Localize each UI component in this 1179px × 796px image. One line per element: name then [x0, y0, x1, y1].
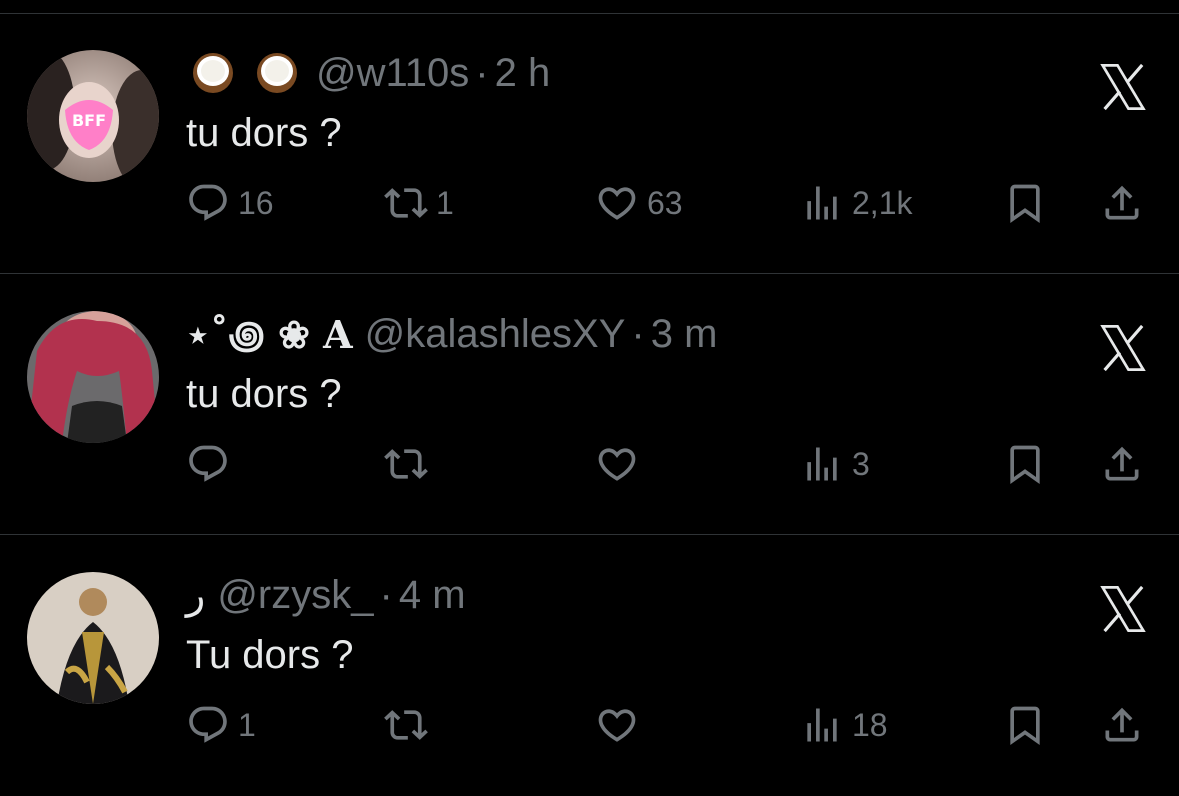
- user-handle[interactable]: @rzysk_: [217, 573, 373, 618]
- timestamp[interactable]: 4 m: [399, 573, 466, 618]
- share-button[interactable]: [1100, 181, 1144, 225]
- retweet-button[interactable]: 1: [384, 181, 454, 225]
- reply-count: 1: [238, 706, 256, 743]
- user-handle[interactable]: @kalashlesXY: [365, 312, 626, 357]
- user-handle[interactable]: @w110s: [316, 51, 469, 96]
- reply-button[interactable]: 1: [186, 703, 256, 747]
- share-icon: [1100, 703, 1144, 747]
- like-count: 63: [647, 184, 683, 221]
- bookmark-icon: [1003, 181, 1047, 225]
- share-icon: [1100, 181, 1144, 225]
- views-button[interactable]: 18: [800, 703, 888, 747]
- notification-item[interactable]: BFF @w110s · 2 h tu dors ? 16 1 63 2,1k: [0, 13, 1179, 274]
- avatar[interactable]: [27, 572, 159, 704]
- action-bar: 1 18: [0, 703, 1179, 747]
- tweet-header: ر @rzysk_ · 4 m: [186, 571, 466, 619]
- display-name[interactable]: ر: [186, 572, 205, 618]
- timestamp[interactable]: 3 m: [651, 312, 718, 357]
- bookmark-icon: [1003, 703, 1047, 747]
- svg-text:BFF: BFF: [72, 111, 106, 130]
- retweet-button[interactable]: [384, 442, 436, 486]
- reply-button[interactable]: [186, 442, 238, 486]
- bookmark-button[interactable]: [1003, 181, 1047, 225]
- tweet-header: ⋆˚꩜ ❀ 𝐀 @kalashlesXY · 3 m: [186, 310, 717, 358]
- action-bar: 16 1 63 2,1k: [0, 181, 1179, 225]
- view-count: 18: [852, 706, 888, 743]
- action-bar: 3: [0, 442, 1179, 486]
- views-icon: [800, 181, 844, 225]
- like-button[interactable]: [595, 442, 647, 486]
- like-button[interactable]: [595, 703, 647, 747]
- views-button[interactable]: 2,1k: [800, 181, 912, 225]
- x-logo-icon: [1097, 585, 1149, 633]
- tweet-header: @w110s · 2 h: [186, 49, 550, 97]
- tweet-text: Tu dors ?: [186, 633, 354, 677]
- retweet-button[interactable]: [384, 703, 436, 747]
- notification-item[interactable]: ⋆˚꩜ ❀ 𝐀 @kalashlesXY · 3 m tu dors ? 3: [0, 274, 1179, 535]
- views-icon: [800, 442, 844, 486]
- views-icon: [800, 703, 844, 747]
- x-logo-icon: [1097, 324, 1149, 372]
- display-name[interactable]: [186, 51, 304, 95]
- retweet-icon: [384, 703, 428, 747]
- timestamp[interactable]: 2 h: [495, 51, 551, 96]
- notification-item[interactable]: ر @rzysk_ · 4 m Tu dors ? 1 18: [0, 535, 1179, 796]
- bookmark-button[interactable]: [1003, 442, 1047, 486]
- avatar[interactable]: [27, 311, 159, 443]
- views-button[interactable]: 3: [800, 442, 870, 486]
- view-count: 3: [852, 445, 870, 482]
- reply-icon: [186, 442, 230, 486]
- share-button[interactable]: [1100, 703, 1144, 747]
- like-button[interactable]: 63: [595, 181, 683, 225]
- tweet-text: tu dors ?: [186, 372, 342, 416]
- separator: ·: [475, 50, 489, 95]
- reply-icon: [186, 703, 230, 747]
- heart-icon: [595, 442, 639, 486]
- x-logo-icon: [1097, 63, 1149, 111]
- heart-icon: [595, 703, 639, 747]
- avatar[interactable]: BFF: [27, 50, 159, 182]
- retweet-icon: [384, 442, 428, 486]
- reply-count: 16: [238, 184, 274, 221]
- heart-icon: [595, 181, 639, 225]
- display-name[interactable]: ⋆˚꩜ ❀ 𝐀: [186, 307, 353, 362]
- separator: ·: [379, 572, 393, 617]
- reply-button[interactable]: 16: [186, 181, 274, 225]
- retweet-count: 1: [436, 184, 454, 221]
- bookmark-button[interactable]: [1003, 703, 1047, 747]
- reply-icon: [186, 181, 230, 225]
- view-count: 2,1k: [852, 184, 913, 221]
- coconut-icon: [257, 53, 297, 93]
- separator: ·: [631, 311, 645, 356]
- bookmark-icon: [1003, 442, 1047, 486]
- retweet-icon: [384, 181, 428, 225]
- tweet-text: tu dors ?: [186, 111, 342, 155]
- share-icon: [1100, 442, 1144, 486]
- coconut-icon: [193, 53, 233, 93]
- share-button[interactable]: [1100, 442, 1144, 486]
